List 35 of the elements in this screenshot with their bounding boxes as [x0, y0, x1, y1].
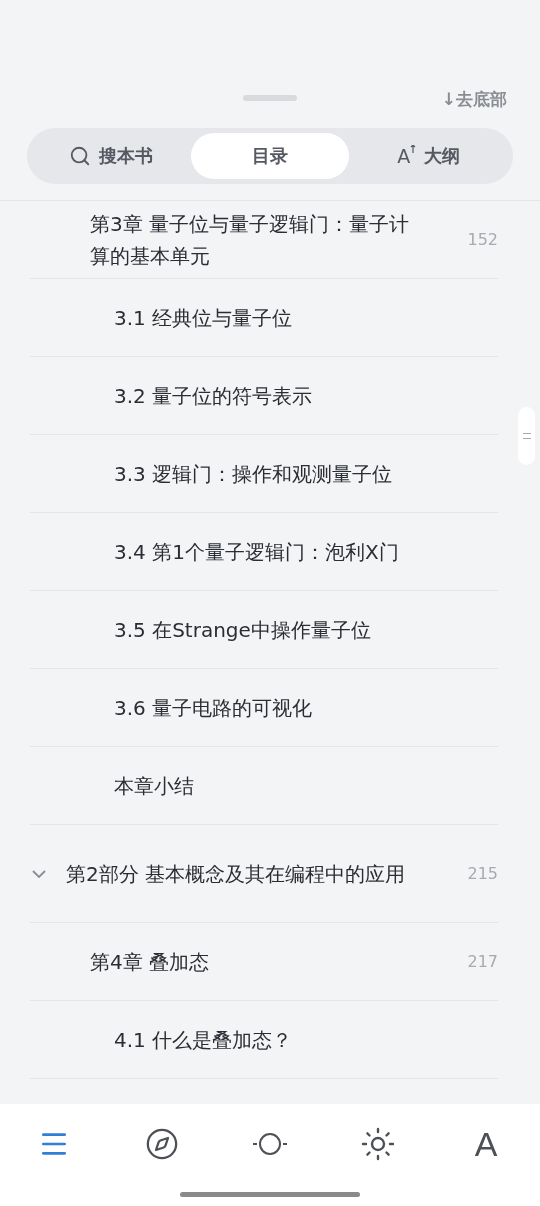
toc-item[interactable]: 3.4 第1个量子逻辑门：泡利X门 [30, 513, 498, 591]
toc-title: 3.2 量子位的符号表示 [114, 382, 314, 410]
scroll-thumb[interactable] [518, 407, 535, 465]
toc-item[interactable]: 3.1 经典位与量子位 [30, 279, 498, 357]
toc-item[interactable]: 3.3 逻辑门：操作和观测量子位 [30, 435, 498, 513]
toc-title: 3.3 逻辑门：操作和观测量子位 [114, 460, 394, 488]
toc-item[interactable]: 3.5 在Strange中操作量子位 [30, 591, 498, 669]
page-number: 152 [467, 230, 498, 249]
compass-button[interactable] [145, 1127, 179, 1161]
brightness-down-button[interactable] [252, 1132, 288, 1156]
toc-item[interactable]: 第2部分 基本概念及其在编程中的应用 215 [30, 825, 498, 923]
search-icon [69, 145, 92, 167]
toc-item[interactable]: 3.2 量子位的符号表示 [30, 357, 498, 435]
toc-title: 3.4 第1个量子逻辑门：泡利X门 [114, 538, 400, 566]
toc-title: 第2部分 基本概念及其在编程中的应用 [66, 860, 407, 888]
tab[interactable]: 目录 [190, 133, 350, 179]
toc-title: 3.1 经典位与量子位 [114, 304, 294, 332]
font-button[interactable]: A [474, 1124, 498, 1164]
page-number: 215 [467, 864, 498, 883]
toc-title: 第4章 叠加态 [90, 948, 211, 976]
toc-item[interactable]: 3.6 量子电路的可视化 [30, 669, 498, 747]
toc-item[interactable]: 第3章 量子位与量子逻辑门：量子计算的基本单元 152 [30, 201, 498, 279]
drag-handle[interactable] [243, 95, 297, 101]
tab[interactable]: 搜本书 [32, 133, 191, 179]
toc-item[interactable]: 本章小结 [30, 747, 498, 825]
page-number: 217 [467, 952, 498, 971]
toc-item[interactable]: 4.1 什么是叠加态？ [30, 1001, 498, 1079]
toc-item[interactable]: 第4章 叠加态 217 [30, 923, 498, 1001]
brightness-up-button[interactable] [360, 1126, 396, 1162]
toc-title: 4.1 什么是叠加态？ [114, 1026, 294, 1054]
toc-title: 本章小结 [114, 772, 195, 800]
toc-title: 3.5 在Strange中操作量子位 [114, 616, 372, 644]
toc-title: 第3章 量子位与量子逻辑门：量子计算的基本单元 [90, 210, 411, 270]
toc-title: 3.6 量子电路的可视化 [114, 694, 314, 722]
tab[interactable]: A 大纲 [349, 133, 508, 179]
